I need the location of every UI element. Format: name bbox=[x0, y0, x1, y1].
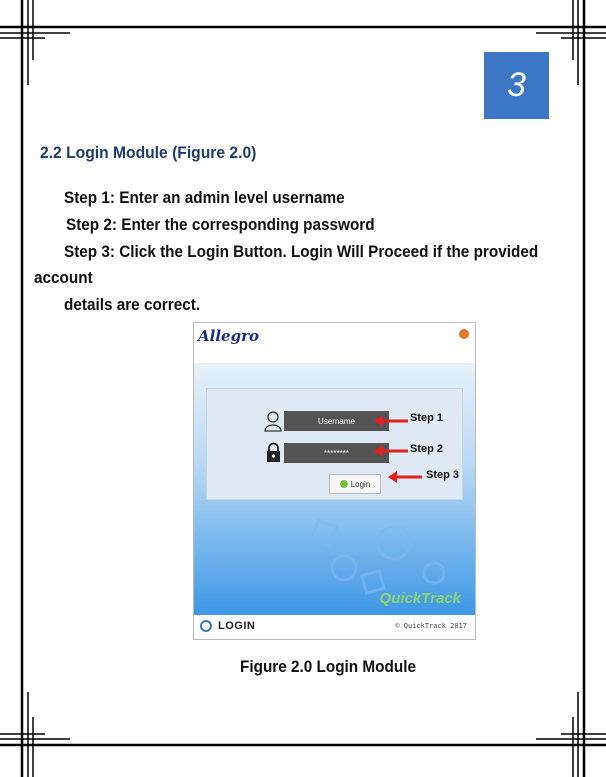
page-number-badge: 3 bbox=[484, 52, 549, 119]
step-2-label: Step 2 bbox=[410, 443, 444, 455]
user-icon bbox=[264, 411, 282, 432]
step-3-text-cont: account bbox=[34, 268, 93, 287]
login-button[interactable]: Login bbox=[329, 474, 381, 494]
login-background: Username ******** Login Step 1 Step 2 St… bbox=[194, 363, 475, 615]
power-icon bbox=[200, 620, 212, 632]
figure-caption: Figure 2.0 Login Module bbox=[240, 657, 416, 676]
section-title: 2.2 Login Module (Figure 2.0) bbox=[40, 143, 257, 162]
copyright-text: © QuickTrack 2017 bbox=[395, 622, 467, 630]
step-3-label: Step 3 bbox=[426, 469, 460, 481]
login-button-label: Login bbox=[350, 479, 371, 489]
figure-header: Allegro bbox=[194, 323, 475, 363]
step-3-text-end: details are correct. bbox=[64, 295, 201, 314]
login-screenshot-figure: Allegro Username ******** Login Step 1 S… bbox=[193, 322, 476, 640]
footer-login-label: LOGIN bbox=[218, 620, 256, 632]
login-arrow-icon bbox=[339, 480, 348, 488]
step-1-text: Step 1: Enter an admin level username bbox=[64, 188, 345, 207]
step-2-arrow-icon bbox=[374, 445, 408, 457]
step-2-text: Step 2: Enter the corresponding password bbox=[66, 215, 375, 234]
allegro-logo: Allegro bbox=[198, 327, 259, 345]
lock-icon bbox=[267, 442, 280, 462]
step-1-arrow-icon bbox=[374, 415, 408, 427]
step-1-label: Step 1 bbox=[410, 412, 444, 424]
step-3-arrow-icon bbox=[388, 471, 422, 483]
product-logo: QuickTrack bbox=[379, 590, 461, 607]
step-3-text: Step 3: Click the Login Button. Login Wi… bbox=[64, 242, 539, 261]
close-icon[interactable] bbox=[459, 329, 469, 339]
figure-footer: LOGIN © QuickTrack 2017 bbox=[194, 615, 475, 639]
